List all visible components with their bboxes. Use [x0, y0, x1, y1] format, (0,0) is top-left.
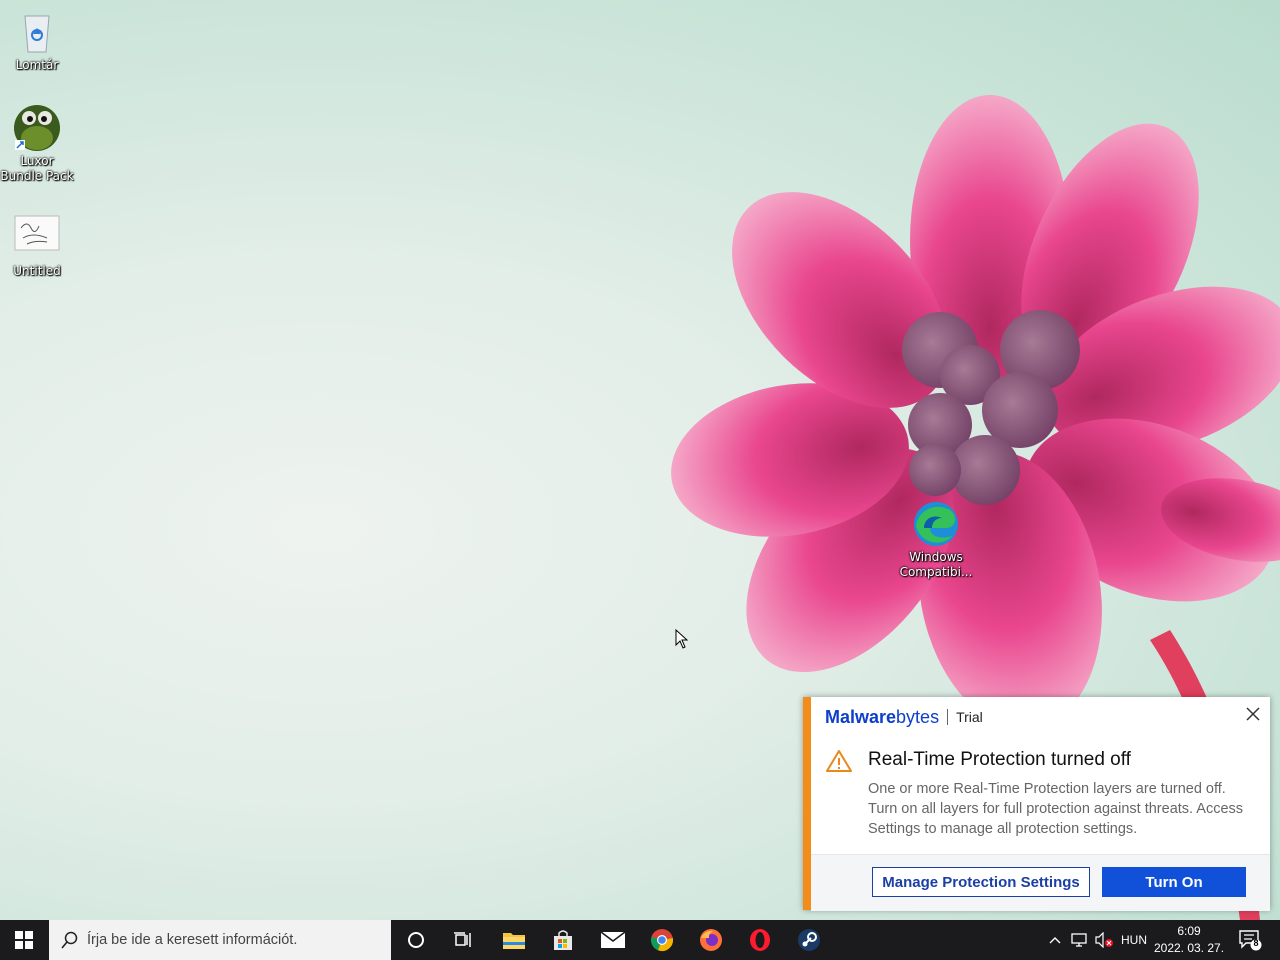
notification-count-badge: 8 [1253, 938, 1259, 948]
malwarebytes-logo: Malwarebytes [825, 706, 940, 727]
clock-time: 6:09 [1177, 924, 1201, 938]
clock-date: 2022. 03. 27. [1153, 941, 1225, 955]
desktop-icon-label: Untitled [13, 264, 61, 278]
accent-bar [803, 697, 811, 910]
taskbar-firefox[interactable] [687, 920, 735, 960]
taskbar-opera[interactable] [736, 920, 784, 960]
mouse-cursor-icon [675, 629, 689, 649]
volume-muted-icon [1095, 932, 1113, 948]
image-file-icon [13, 214, 61, 262]
desktop-icon-untitled[interactable]: Untitled [0, 214, 74, 279]
recycle-bin-icon [13, 8, 61, 56]
popup-title: Real-Time Protection turned off [868, 749, 1131, 770]
microsoft-store-icon [554, 930, 572, 950]
volume-tray-button[interactable] [1093, 920, 1115, 960]
firefox-icon [700, 929, 722, 951]
desktop-icon-label: Luxor Bundle Pack [0, 154, 74, 183]
desktop-icon-label: Windows Compatibi... [899, 550, 973, 579]
popup-header: Malwarebytes Trial [825, 707, 983, 727]
malwarebytes-notification: Malwarebytes Trial Real-Time Protection … [803, 697, 1270, 911]
network-tray-button[interactable] [1068, 920, 1092, 960]
opera-icon [750, 929, 770, 951]
taskbar: Írja be ide a keresett információt. HUN … [0, 920, 1280, 960]
taskbar-chrome[interactable] [638, 920, 686, 960]
input-language-indicator[interactable]: HUN [1117, 920, 1151, 960]
search-icon [61, 931, 78, 949]
chevron-up-icon [1049, 937, 1061, 944]
desktop-icon-windows-compatibility[interactable]: Windows Compatibi... [899, 500, 973, 580]
taskbar-mail[interactable] [589, 920, 637, 960]
taskbar-steam[interactable] [785, 920, 833, 960]
chrome-icon [651, 929, 673, 952]
start-icon [15, 931, 33, 949]
edge-icon [912, 500, 960, 548]
desktop-icon-label: Lomtár [15, 58, 59, 72]
task-view-icon [454, 932, 471, 947]
popup-message: One or more Real-Time Protection layers … [868, 781, 1244, 837]
header-divider [947, 709, 949, 725]
start-button[interactable] [0, 920, 48, 960]
popup-footer: Manage Protection Settings Turn On [811, 854, 1270, 911]
show-hidden-icons-button[interactable] [1045, 920, 1065, 960]
close-icon[interactable] [1244, 705, 1262, 723]
desktop-icon-recycle-bin[interactable]: Lomtár [0, 8, 74, 73]
action-center-button[interactable]: 8 [1232, 920, 1268, 960]
taskbar-file-explorer[interactable] [490, 920, 538, 960]
taskbar-clock[interactable]: 6:09 2022. 03. 27. [1152, 920, 1226, 960]
file-explorer-icon [503, 933, 525, 949]
task-view-button[interactable] [440, 920, 488, 960]
taskbar-search-box[interactable]: Írja be ide a keresett információt. [49, 920, 391, 960]
luxor-game-icon [13, 104, 61, 152]
manage-protection-settings-button[interactable]: Manage Protection Settings [872, 867, 1090, 897]
search-placeholder: Írja be ide a keresett információt. [87, 932, 298, 948]
taskbar-microsoft-store[interactable] [539, 920, 587, 960]
desktop-icon-luxor[interactable]: Luxor Bundle Pack [0, 104, 74, 184]
cortana-icon [408, 932, 424, 948]
plan-label: Trial [956, 709, 983, 725]
warning-icon [825, 749, 853, 773]
steam-icon [798, 929, 820, 951]
cortana-button[interactable] [392, 920, 440, 960]
network-icon [1071, 933, 1087, 947]
mail-icon [600, 931, 626, 948]
turn-on-button[interactable]: Turn On [1102, 867, 1246, 897]
